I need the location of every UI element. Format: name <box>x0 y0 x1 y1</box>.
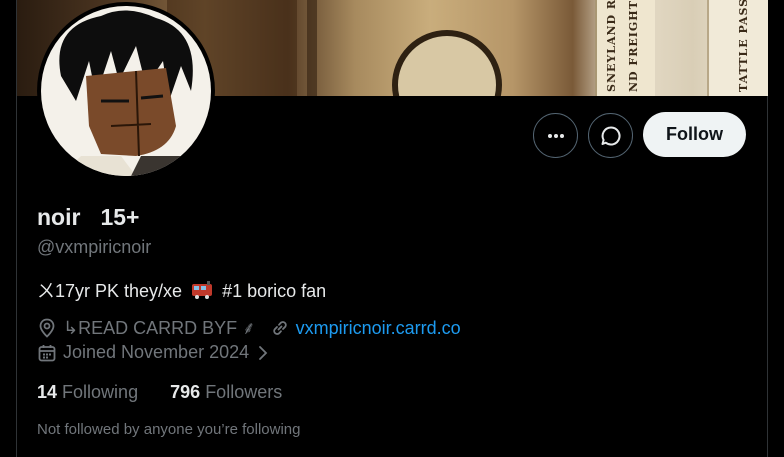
banner-ticket-text-2: ND FREIGHT <box>627 0 640 92</box>
bio: ㄨ17yr PK they/xe #1 borico fan <box>37 277 326 303</box>
profile-frame: SNEYLAND RR ND FREIGHT TATTLE PASSA Foll… <box>16 0 768 457</box>
banner-pillar <box>307 0 317 96</box>
followers-link[interactable]: 796 Followers <box>170 382 282 402</box>
followers-label: Followers <box>205 382 283 402</box>
bio-text-start: ㄨ17yr PK they/xe <box>37 281 183 301</box>
display-name: noir 15+ <box>37 204 139 231</box>
followers-count: 796 <box>170 382 201 402</box>
age-tag: 15+ <box>100 204 140 230</box>
banner-ticket <box>595 0 655 96</box>
banner-ticket-text-1: SNEYLAND RR <box>605 0 618 92</box>
message-button[interactable] <box>588 113 633 158</box>
location-pin-icon <box>39 318 55 338</box>
train-emoji <box>191 280 213 300</box>
follow-stats: 14 Following 796 Followers <box>37 382 282 403</box>
following-count: 14 <box>37 382 58 402</box>
avatar[interactable] <box>37 2 215 180</box>
website-link[interactable]: vxmpiricnoir.carrd.co <box>296 318 461 339</box>
more-button[interactable] <box>533 113 578 158</box>
following-link[interactable]: 14 Following <box>37 382 138 402</box>
following-label: Following <box>62 382 139 402</box>
bio-text-end: #1 borico fan <box>222 281 327 301</box>
link-icon <box>272 321 287 335</box>
user-handle: @vxmpiricnoir <box>37 237 152 257</box>
joined-date: Joined November 2024 <box>63 342 250 362</box>
more-dots-icon <box>547 133 564 138</box>
avatar-image <box>41 6 211 176</box>
banner-ticket-text-3: TATTLE PASSA <box>737 0 750 92</box>
banner-clock <box>392 30 502 96</box>
follow-button[interactable]: Follow <box>643 112 746 157</box>
display-name-text: noir <box>37 204 81 230</box>
location-text: ↳READ CARRD BYF ⸙ <box>63 318 256 338</box>
chevron-right-icon[interactable] <box>255 344 271 362</box>
calendar-icon <box>38 344 56 361</box>
profile-meta-row-2: Joined November 2024 <box>37 342 277 363</box>
message-bubble-icon <box>601 125 621 145</box>
mutuals-note: Not followed by anyone you’re following <box>37 421 301 438</box>
profile-meta-row-1: ↳READ CARRD BYF ⸙ vxmpiricnoir.carrd.co <box>37 316 461 340</box>
